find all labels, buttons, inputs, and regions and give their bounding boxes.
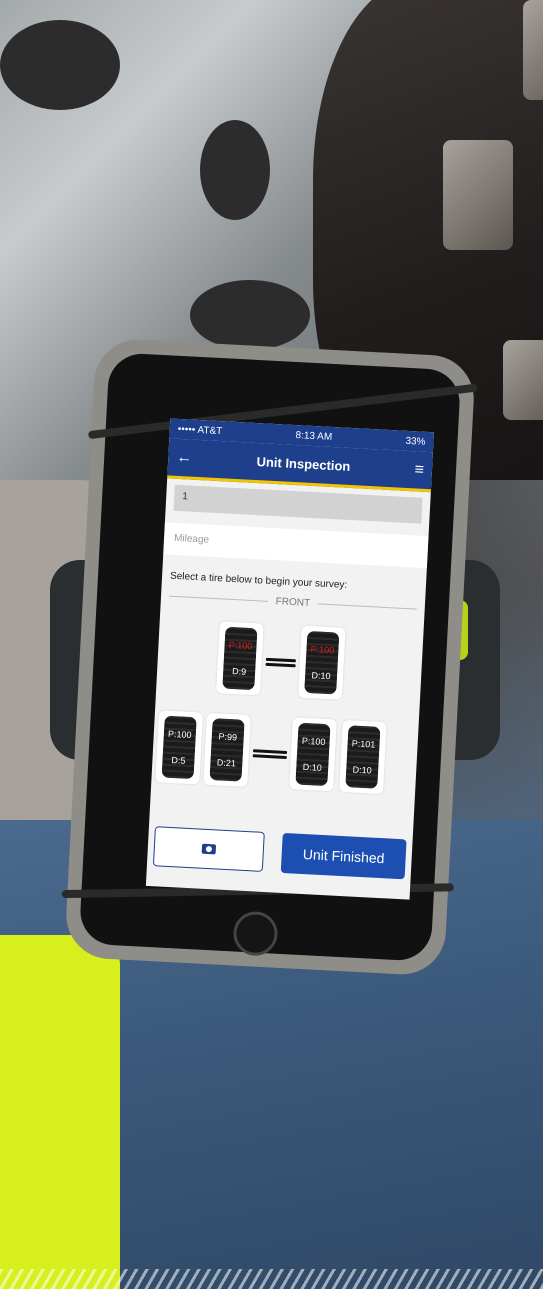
page-title: Unit Inspection [256,454,351,474]
mileage-field[interactable]: Mileage [163,522,429,569]
tire-depth: D:10 [352,764,372,776]
tire-depth: D:21 [216,757,237,769]
tire-depth: D:10 [311,670,331,682]
rim-hole [190,280,310,350]
tire-pressure: P:99 [218,731,238,743]
camera-button[interactable] [152,826,265,872]
rear-axle [252,749,288,755]
tire-button[interactable]: P:100 D:5 [155,710,203,785]
camera-icon [201,843,217,855]
tire-pressure: P:100 [301,735,326,748]
rim-hole [200,120,270,220]
tire-button[interactable]: P:99 D:21 [203,712,251,787]
tire-depth: D:10 [302,761,323,773]
rim-hole [0,20,120,110]
tire-button[interactable]: P:100 D:10 [289,717,337,792]
safety-vest [0,935,120,1289]
tire-icon: P:99 D:21 [209,718,245,782]
battery-label: 33% [405,435,426,448]
lug-nut [523,0,543,100]
back-arrow-icon[interactable]: ← [176,448,193,467]
tire-pressure: P:100 [167,728,192,740]
unit-finished-button[interactable]: Unit Finished [280,832,407,880]
tire-depth: D:5 [171,754,186,766]
hamburger-menu-icon[interactable]: ≡ [414,461,424,479]
tire-icon: P:100 D:9 [222,626,258,691]
front-axle [265,657,296,663]
tire-icon: P:101 D:10 [345,725,381,789]
hazard-stripes [0,1269,543,1289]
tire-depth: D:9 [231,666,247,677]
divider-line [169,595,268,602]
survey-prompt: Select a tire below to begin your survey… [169,570,348,591]
tire-icon: P:100 D:5 [161,715,197,780]
lug-nut [443,140,513,250]
carrier-label: ••••• AT&T [177,423,223,437]
front-divider: FRONT [161,590,425,615]
divider-line [318,603,417,610]
tire-icon: P:100 D:10 [304,630,340,695]
phone-device: ••••• AT&T 8:13 AM 33% ← Unit Inspection… [61,337,478,977]
tire-icon: P:100 D:10 [295,722,331,787]
tire-button[interactable]: P:100 D:10 [297,625,346,700]
time-label: 8:13 AM [295,429,333,443]
tire-pressure: P:100 [310,644,335,656]
app-screen: ••••• AT&T 8:13 AM 33% ← Unit Inspection… [145,418,434,900]
front-label: FRONT [275,596,311,610]
lug-nut [503,340,543,420]
tire-button[interactable]: P:101 D:10 [339,719,387,795]
tire-pressure: P:101 [351,738,376,750]
tire-button[interactable]: P:100 D:9 [216,621,264,696]
tire-pressure: P:100 [228,639,253,652]
unit-field[interactable]: 1 [173,484,423,524]
